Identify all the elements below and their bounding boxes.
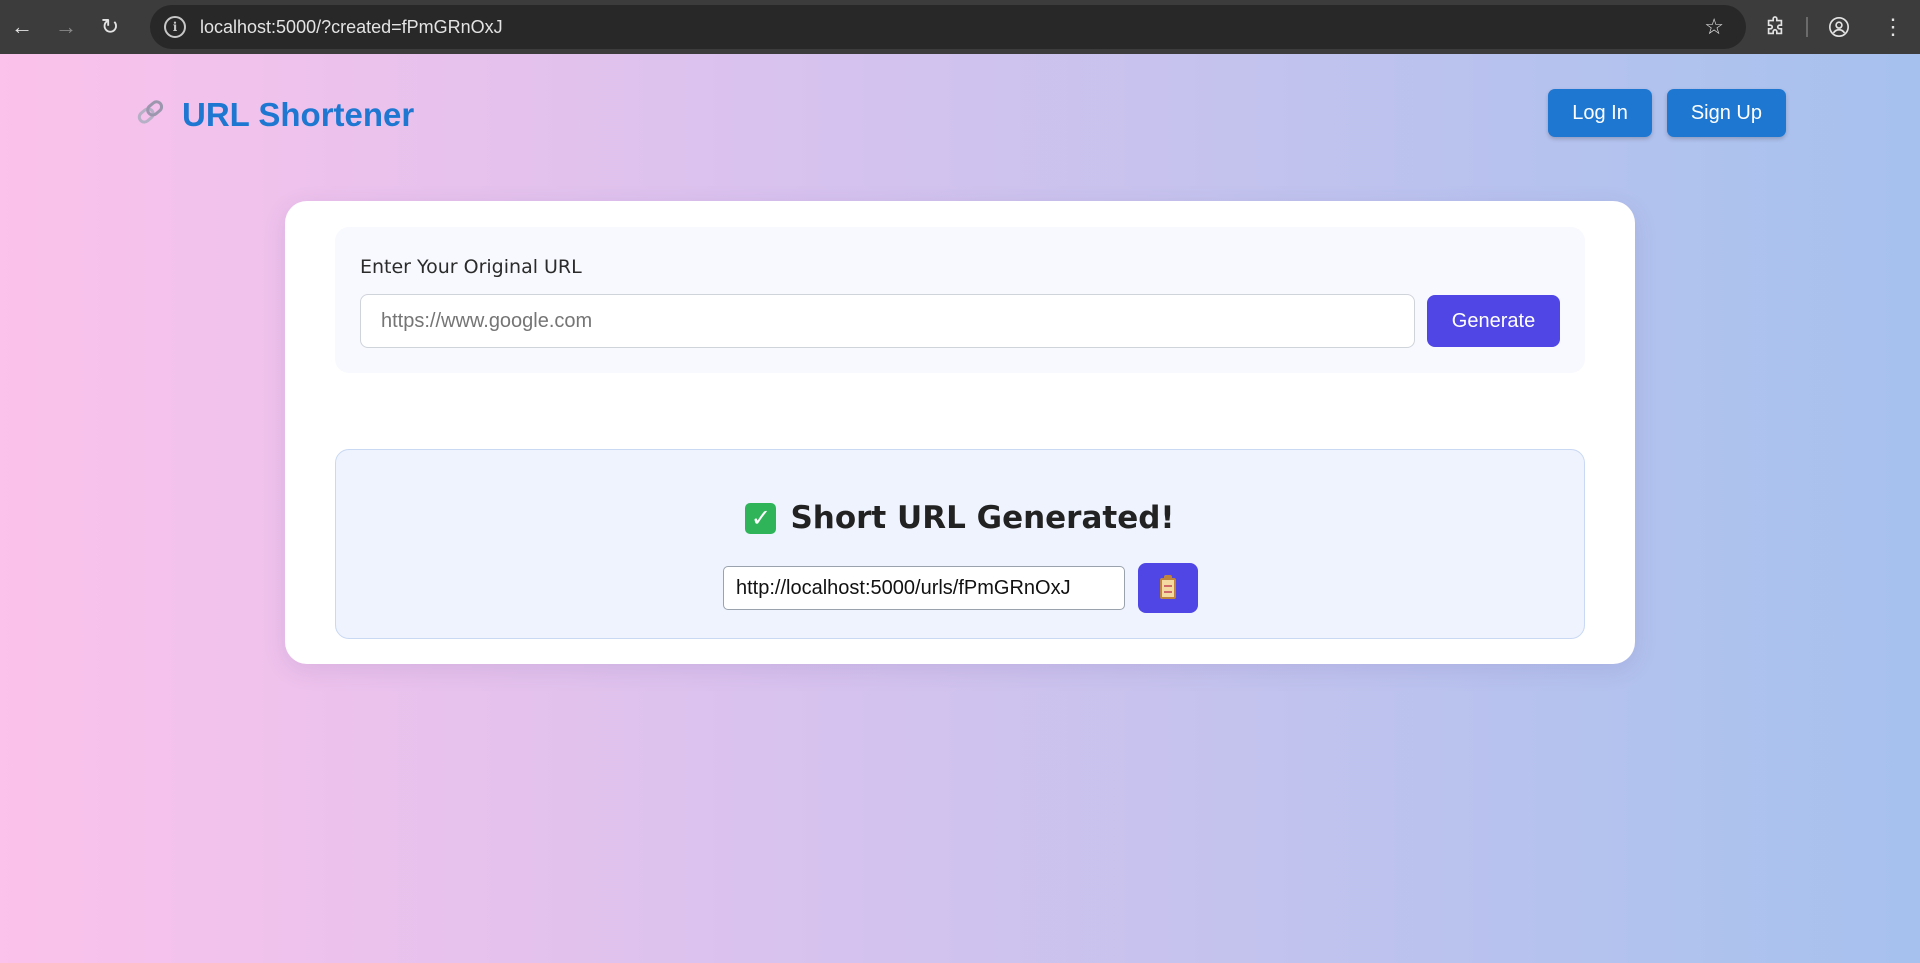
brand[interactable]: URL Shortener [137,96,415,134]
check-mark-icon: ✓ [745,502,777,534]
copy-button[interactable] [1138,563,1198,613]
generate-button[interactable]: Generate [1427,295,1560,347]
short-url-field[interactable] [723,566,1125,610]
result-title: Short URL Generated! [790,500,1175,536]
back-icon[interactable]: ← [0,0,44,54]
link-icon [129,91,176,139]
address-url[interactable]: localhost:5000/?created=fPmGRnOxJ [200,17,503,38]
site-info-icon[interactable]: i [164,16,186,38]
main-card: Enter Your Original URL Generate ✓ Short… [285,201,1635,664]
menu-icon[interactable]: ⋮ [1866,0,1920,54]
reload-icon[interactable]: ↻ [88,0,132,54]
forward-icon[interactable]: → [44,0,88,54]
original-url-input[interactable] [360,294,1415,348]
url-field-label: Enter Your Original URL [360,256,582,278]
result-panel: ✓ Short URL Generated! [335,449,1585,639]
extensions-icon[interactable] [1748,0,1802,54]
toolbar-divider [1806,17,1808,37]
url-form: Enter Your Original URL Generate [335,227,1585,373]
page-body: URL Shortener Log In Sign Up Enter Your … [0,54,1920,963]
profile-icon[interactable] [1812,0,1866,54]
login-button[interactable]: Log In [1548,89,1652,137]
bookmark-star-icon[interactable]: ☆ [1704,14,1724,40]
address-bar[interactable]: i localhost:5000/?created=fPmGRnOxJ ☆ [150,5,1746,49]
clipboard-icon [1160,574,1176,599]
signup-button[interactable]: Sign Up [1666,89,1786,137]
browser-toolbar: ← → ↻ i localhost:5000/?created=fPmGRnOx… [0,0,1920,54]
result-heading: ✓ Short URL Generated! [336,500,1584,536]
auth-actions: Log In Sign Up [1548,89,1786,137]
brand-title: URL Shortener [182,96,415,133]
